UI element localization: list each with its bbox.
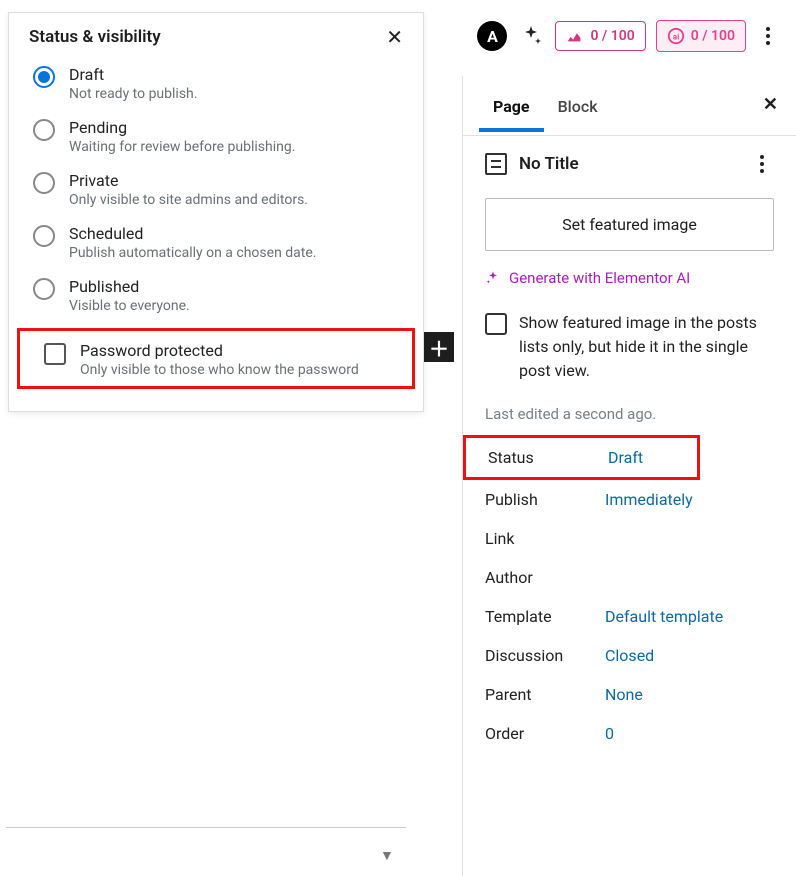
seo-score-1-text: 0 / 100: [590, 28, 634, 44]
seo-score-1[interactable]: 0 / 100: [555, 21, 645, 51]
close-icon[interactable]: ✕: [763, 94, 778, 115]
document-title-row: No Title: [463, 136, 796, 186]
meta-row-publish: Publish Immediately: [463, 480, 796, 519]
chevron-down-icon[interactable]: ▼: [380, 847, 394, 864]
document-kebab-icon[interactable]: [750, 152, 774, 176]
radio-desc: Visible to everyone.: [69, 298, 190, 314]
meta-row-template: Template Default template: [463, 597, 796, 636]
checkbox-label: Password protected: [80, 341, 359, 360]
popover-title: Status & visibility: [29, 27, 161, 47]
meta-label: Discussion: [485, 646, 605, 665]
status-value-link[interactable]: Draft: [608, 448, 643, 467]
radio-label: Published: [69, 277, 190, 296]
seo-score-2[interactable]: ai 0 / 100: [656, 20, 746, 52]
status-option-published[interactable]: Published Visible to everyone.: [9, 267, 423, 320]
radio-desc: Publish automatically on a chosen date.: [69, 245, 316, 261]
tab-block[interactable]: Block: [544, 79, 612, 132]
radio-icon: [33, 225, 55, 247]
radio-icon: [33, 278, 55, 300]
template-value-link[interactable]: Default template: [605, 607, 723, 626]
meta-row-discussion: Discussion Closed: [463, 636, 796, 675]
checkbox-label: Show featured image in the posts lists o…: [519, 311, 774, 383]
add-block-button[interactable]: ＋: [424, 332, 454, 362]
document-title: No Title: [519, 154, 579, 174]
seo-score-2-text: 0 / 100: [691, 28, 735, 44]
radio-desc: Waiting for review before publishing.: [69, 139, 295, 155]
svg-text:ai: ai: [672, 32, 678, 42]
divider: [6, 827, 406, 828]
meta-row-author: Author: [463, 558, 796, 597]
checkbox-icon: [485, 313, 507, 335]
status-option-private[interactable]: Private Only visible to site admins and …: [9, 161, 423, 214]
meta-label: Publish: [485, 490, 605, 509]
checkbox-desc: Only visible to those who know the passw…: [80, 362, 359, 378]
meta-row-parent: Parent None: [463, 675, 796, 714]
generate-ai-link[interactable]: Generate with Elementor AI: [463, 265, 796, 305]
close-icon[interactable]: ✕: [386, 27, 403, 47]
featured-image-visibility-checkbox[interactable]: Show featured image in the posts lists o…: [463, 305, 796, 397]
meta-label: Author: [485, 568, 605, 587]
tab-page[interactable]: Page: [479, 79, 544, 132]
astra-badge-letter: A: [487, 27, 498, 46]
meta-label: Template: [485, 607, 605, 626]
checkbox-icon: [44, 343, 66, 365]
meta-label: Parent: [485, 685, 605, 704]
meta-row-link: Link: [463, 519, 796, 558]
radio-icon: [33, 66, 55, 88]
status-option-scheduled[interactable]: Scheduled Publish automatically on a cho…: [9, 214, 423, 267]
meta-label: Link: [485, 529, 605, 548]
radio-label: Scheduled: [69, 224, 316, 243]
radio-desc: Not ready to publish.: [69, 86, 197, 102]
status-option-draft[interactable]: Draft Not ready to publish.: [9, 55, 423, 108]
radio-label: Draft: [69, 65, 197, 84]
generate-ai-text: Generate with Elementor AI: [509, 269, 690, 287]
meta-row-order: Order 0: [463, 714, 796, 753]
order-value-link[interactable]: 0: [605, 724, 614, 743]
radio-icon: [33, 172, 55, 194]
last-edited-text: Last edited a second ago.: [463, 397, 796, 435]
ai-sparkle-icon[interactable]: [517, 22, 545, 50]
document-sidebar: Page Block ✕ No Title Set featured image…: [462, 76, 796, 876]
parent-value-link[interactable]: None: [605, 685, 643, 704]
options-kebab-icon[interactable]: [756, 24, 780, 48]
set-featured-image-button[interactable]: Set featured image: [485, 198, 774, 251]
publish-value-link[interactable]: Immediately: [605, 490, 693, 509]
radio-label: Private: [69, 171, 308, 190]
document-icon: [485, 153, 507, 175]
radio-label: Pending: [69, 118, 295, 137]
meta-label: Order: [485, 724, 605, 743]
discussion-value-link[interactable]: Closed: [605, 646, 654, 665]
sidebar-tabs: Page Block ✕: [463, 76, 796, 136]
astra-badge-icon[interactable]: A: [477, 21, 507, 51]
meta-label: Status: [488, 448, 608, 467]
top-toolbar: A 0 / 100 ai 0 / 100: [477, 20, 780, 52]
radio-desc: Only visible to site admins and editors.: [69, 192, 308, 208]
radio-icon: [33, 119, 55, 141]
plus-icon: ＋: [429, 333, 449, 362]
meta-row-status: Status Draft: [463, 435, 700, 480]
password-protected-checkbox[interactable]: Password protected Only visible to those…: [20, 331, 412, 386]
status-visibility-popover: Status & visibility ✕ Draft Not ready to…: [8, 12, 424, 412]
status-option-pending[interactable]: Pending Waiting for review before publis…: [9, 108, 423, 161]
